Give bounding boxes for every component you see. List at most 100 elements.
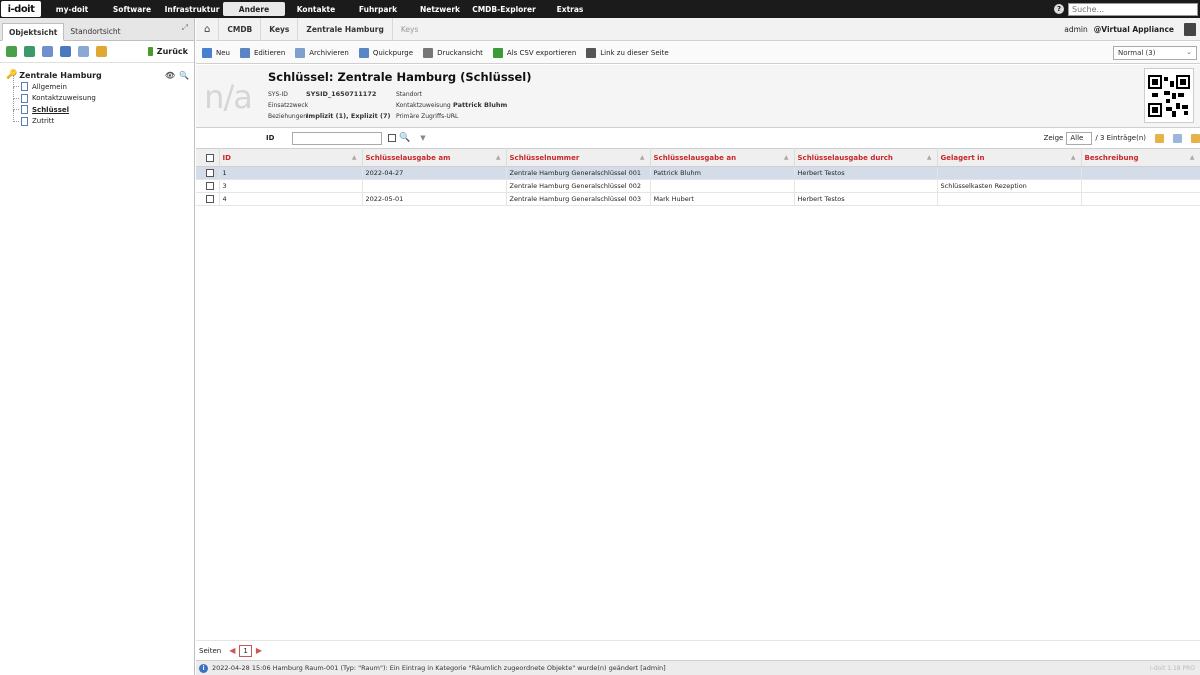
nav-andere[interactable]: Andere bbox=[223, 2, 285, 16]
sort-icon[interactable]: ▲ bbox=[927, 154, 932, 161]
tab-standortsicht[interactable]: Standortsicht bbox=[64, 22, 126, 40]
expand-tree-icon[interactable] bbox=[24, 46, 35, 57]
sort-icon[interactable]: ▲ bbox=[640, 154, 645, 161]
sort-icon[interactable]: ▲ bbox=[1190, 154, 1195, 161]
kontakt-label: Kontaktzuweisung bbox=[396, 102, 451, 109]
edit-button[interactable]: Editieren bbox=[239, 47, 285, 58]
breadcrumb-object[interactable]: Zentrale Hamburg bbox=[298, 17, 393, 41]
object-header: n/a Schlüssel: Zentrale Hamburg (Schlüss… bbox=[196, 65, 1200, 128]
nav-fuhrpark[interactable]: Fuhrpark bbox=[347, 0, 409, 18]
folder-icon[interactable] bbox=[1191, 133, 1200, 143]
list-view-icon[interactable] bbox=[42, 46, 53, 57]
prev-page-icon[interactable]: ◀ bbox=[229, 646, 235, 655]
row-checkbox[interactable] bbox=[206, 169, 214, 177]
column-header-schl-sselausgabe-durch[interactable]: Schlüsselausgabe durch ▲ bbox=[794, 148, 938, 167]
tab-objektsicht[interactable]: Objektsicht bbox=[2, 23, 65, 41]
show-label: Zeige bbox=[1043, 134, 1064, 142]
search-icon[interactable]: 🔍 bbox=[399, 133, 410, 143]
column-header-id[interactable]: ID ▲ bbox=[219, 148, 363, 167]
magnifier-icon[interactable]: 🔍 bbox=[179, 71, 189, 80]
print-button[interactable]: Druckansicht bbox=[423, 47, 483, 58]
breadcrumb-keys[interactable]: Keys bbox=[261, 17, 299, 41]
cell-desc bbox=[1081, 179, 1200, 193]
kontakt-value[interactable]: Pattrick Bluhm bbox=[453, 101, 507, 109]
filter-checkbox[interactable] bbox=[388, 134, 396, 142]
tree-item-allgemein[interactable]: Allgemein bbox=[13, 75, 194, 93]
tree-root[interactable]: 🔑 Zentrale Hamburg 👁 🔍 bbox=[6, 69, 194, 81]
tree-item-kontaktzuweisung[interactable]: Kontaktzuweisung bbox=[13, 86, 194, 105]
i-doit-logo[interactable]: i-doit bbox=[1, 1, 41, 17]
export-icon[interactable] bbox=[1155, 133, 1164, 143]
page-number[interactable]: 1 bbox=[239, 644, 252, 657]
row-checkbox-cell bbox=[196, 179, 220, 193]
show-select-value: Alle bbox=[1070, 134, 1084, 142]
table-row[interactable]: 4 2022-05-01 Zentrale Hamburg Generalschlü… bbox=[196, 192, 1200, 206]
eye-icon[interactable]: 👁 bbox=[165, 71, 175, 80]
column-header-beschreibung[interactable]: Beschreibung ▲ bbox=[1081, 148, 1200, 167]
nav-cmdb-explorer[interactable]: CMDB-Explorer bbox=[471, 0, 537, 18]
tree-root-label: Zentrale Hamburg bbox=[19, 70, 102, 80]
tree-line bbox=[13, 109, 19, 122]
view-select[interactable]: Normal (3) ⌄ bbox=[1113, 45, 1197, 60]
row-checkbox-cell bbox=[196, 166, 220, 180]
tenant-name[interactable]: @Virtual Appliance bbox=[1094, 25, 1174, 34]
sort-icon[interactable]: ▲ bbox=[496, 154, 501, 161]
column-header-label: ID bbox=[222, 153, 231, 162]
filter-input[interactable] bbox=[292, 131, 382, 145]
column-config-icon[interactable] bbox=[1173, 133, 1182, 143]
sysid-value: SYSID_1650711172 bbox=[306, 90, 377, 98]
csv-export-button[interactable]: Als CSV exportieren bbox=[492, 47, 576, 58]
breadcrumb-current: Keys bbox=[400, 24, 419, 34]
main-menu: my-doit Software Infrastruktur Andere Kontak… bbox=[41, 0, 603, 18]
nav-software[interactable]: Software bbox=[103, 0, 161, 18]
chevron-down-icon[interactable]: ▼ bbox=[420, 134, 425, 142]
column-header-schl-sselausgabe-an[interactable]: Schlüsselausgabe an ▲ bbox=[650, 148, 795, 167]
qr-code[interactable] bbox=[1144, 68, 1194, 123]
column-header-schl-sselausgabe-am[interactable]: Schlüsselausgabe am ▲ bbox=[362, 148, 507, 167]
tree-item-zutritt[interactable]: Zutritt bbox=[13, 109, 194, 128]
user-icon[interactable] bbox=[1184, 22, 1196, 36]
chevron-down-icon: ⌄ bbox=[1186, 47, 1192, 56]
quickpurge-button[interactable]: Quickpurge bbox=[358, 47, 413, 58]
tree-line bbox=[13, 86, 19, 99]
cell-id: 1 bbox=[219, 166, 363, 180]
chat-icon[interactable] bbox=[78, 46, 89, 57]
table-row[interactable]: 3 Zentrale Hamburg Generalschlüssel 002 Sc… bbox=[196, 179, 1200, 193]
action-toolbar: Neu Editieren Archivieren Quickpurge Druckan… bbox=[196, 42, 1200, 64]
cell-by: Herbert Testos bbox=[794, 166, 938, 180]
nav-netzwerk[interactable]: Netzwerk bbox=[409, 0, 471, 18]
nav-kontakte[interactable]: Kontakte bbox=[285, 0, 347, 18]
book-icon[interactable] bbox=[60, 46, 71, 57]
link-button[interactable]: Link zu dieser Seite bbox=[586, 47, 669, 58]
help-icon[interactable]: ? bbox=[1054, 4, 1064, 14]
tree-view-icon[interactable] bbox=[6, 46, 17, 57]
breadcrumb-cmdb[interactable]: CMDB bbox=[219, 17, 262, 41]
row-checkbox[interactable] bbox=[206, 182, 214, 190]
select-all-checkbox[interactable] bbox=[206, 153, 214, 162]
nav-my-doit[interactable]: my-doit bbox=[41, 0, 103, 18]
column-header-label: Schlüsselausgabe an bbox=[653, 153, 737, 162]
expand-icon[interactable]: ⤢ bbox=[182, 23, 188, 33]
column-header-schl-sselnummer[interactable]: Schlüsselnummer ▲ bbox=[506, 148, 651, 167]
search-input[interactable] bbox=[1068, 2, 1198, 16]
home-crumb[interactable]: ⌂ bbox=[196, 17, 220, 41]
sort-icon[interactable]: ▲ bbox=[1071, 154, 1076, 161]
sort-icon[interactable]: ▲ bbox=[352, 154, 357, 161]
tree-item-schl-ssel[interactable]: Schlüssel bbox=[13, 98, 194, 116]
column-header-gelagert-in[interactable]: Gelagert in ▲ bbox=[937, 148, 1082, 167]
sort-icon[interactable]: ▲ bbox=[784, 154, 789, 161]
next-page-icon[interactable]: ▶ bbox=[256, 646, 262, 655]
back-button[interactable]: Zurück bbox=[147, 47, 188, 56]
row-checkbox[interactable] bbox=[206, 195, 214, 203]
nav-infrastruktur[interactable]: Infrastruktur bbox=[161, 0, 223, 18]
document-icon bbox=[21, 105, 28, 115]
beziehungen-value[interactable]: Implizit (1), Explizit (7) bbox=[306, 112, 390, 120]
table-row[interactable]: 1 2022-04-27 Zentrale Hamburg Generalschlü… bbox=[196, 166, 1200, 180]
print-icon bbox=[423, 47, 434, 58]
new-button[interactable]: Neu bbox=[202, 47, 230, 58]
show-select[interactable]: Alle bbox=[1066, 131, 1093, 145]
nav-extras[interactable]: Extras bbox=[537, 0, 603, 18]
archive-button[interactable]: Archivieren bbox=[295, 47, 349, 58]
lock-icon[interactable] bbox=[96, 46, 107, 57]
cell-by: Herbert Testos bbox=[794, 192, 938, 206]
